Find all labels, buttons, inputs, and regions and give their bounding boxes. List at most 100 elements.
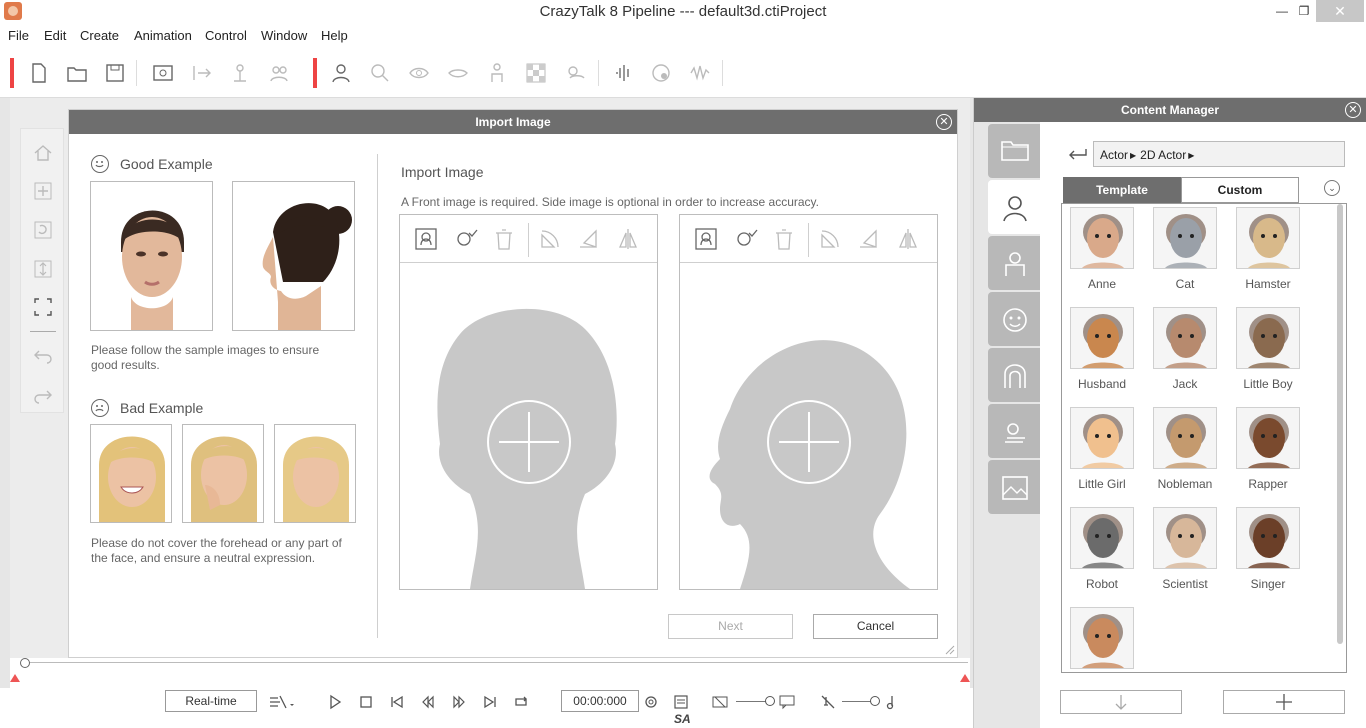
actor-icon[interactable] [330, 62, 352, 84]
template-item[interactable]: Nobleman [1149, 407, 1219, 497]
realtime-button[interactable]: Real-time [165, 690, 257, 712]
chat-icon[interactable] [779, 694, 795, 710]
load-image-icon[interactable] [414, 227, 438, 251]
chevron-down-icon[interactable]: ⌄ [1324, 180, 1340, 196]
rotate-left-icon[interactable] [538, 227, 562, 251]
delete-icon[interactable] [492, 227, 516, 251]
breadcrumb[interactable]: Actor ▶ 2D Actor ▶ [1093, 141, 1345, 167]
first-frame-icon[interactable] [389, 694, 405, 710]
timeline-start-marker[interactable] [10, 674, 20, 682]
next-frame-icon[interactable] [451, 694, 467, 710]
template-item[interactable]: Jack [1149, 307, 1219, 397]
add-button[interactable] [1223, 690, 1345, 714]
side-image-box[interactable] [679, 214, 938, 590]
face-fitting-icon[interactable] [369, 62, 391, 84]
script-icon[interactable] [673, 694, 689, 710]
menu-animation[interactable]: Animation [134, 28, 192, 43]
move-icon[interactable] [33, 181, 53, 201]
front-image-box[interactable] [399, 214, 658, 590]
close-dialog-icon[interactable]: ✕ [936, 114, 952, 130]
menu-edit[interactable]: Edit [44, 28, 66, 43]
download-button[interactable] [1060, 690, 1182, 714]
back-arrow-icon[interactable] [1066, 145, 1090, 161]
motion-mode-icon[interactable] [268, 694, 296, 710]
weather-icon[interactable] [564, 62, 586, 84]
tab-actor[interactable] [988, 180, 1040, 234]
eye-icon[interactable] [408, 62, 430, 84]
flip-icon[interactable] [896, 227, 920, 251]
undo-icon[interactable] [33, 345, 53, 365]
home-icon[interactable] [33, 143, 53, 163]
rotate-left-icon[interactable] [818, 227, 842, 251]
loop-icon[interactable] [513, 694, 529, 710]
menu-help[interactable]: Help [321, 28, 348, 43]
sa-icon[interactable]: SA [673, 710, 693, 726]
load-image-icon[interactable] [694, 227, 718, 251]
actor-group-icon[interactable] [268, 62, 290, 84]
grid-scrollbar[interactable] [1337, 204, 1343, 644]
menu-create[interactable]: Create [80, 28, 119, 43]
timeline-end-marker[interactable] [960, 674, 970, 682]
zoom-icon[interactable] [33, 259, 53, 279]
template-item[interactable]: Little Boy [1232, 307, 1302, 397]
last-frame-icon[interactable] [482, 694, 498, 710]
rotate-right-icon[interactable] [856, 227, 880, 251]
template-item[interactable]: Anne [1066, 207, 1136, 297]
template-item[interactable]: Robot [1066, 507, 1136, 597]
audio-wave-icon[interactable] [612, 62, 634, 84]
tab-custom[interactable]: Custom [1181, 177, 1299, 203]
import-image-icon[interactable] [152, 62, 174, 84]
settings-gear-icon[interactable] [643, 694, 659, 710]
tab-scene[interactable] [988, 404, 1040, 458]
play-icon[interactable] [327, 694, 343, 710]
time-display[interactable]: 00:00:000 [561, 690, 639, 712]
breadcrumb-item-2d-actor[interactable]: 2D Actor [1140, 148, 1186, 162]
tab-project[interactable] [988, 124, 1040, 178]
delete-icon[interactable] [772, 227, 796, 251]
breadcrumb-item-actor[interactable]: Actor [1100, 148, 1128, 162]
mute-icon[interactable] [820, 694, 836, 710]
redo-icon[interactable] [33, 385, 53, 405]
stop-icon[interactable] [358, 694, 374, 710]
tab-template[interactable]: Template [1063, 177, 1181, 203]
open-folder-icon[interactable] [66, 62, 88, 84]
head-audio-icon[interactable] [650, 62, 672, 84]
cancel-button[interactable]: Cancel [813, 614, 938, 639]
resize-grip-icon[interactable] [945, 645, 955, 655]
face-check-icon[interactable] [454, 227, 478, 251]
template-item[interactable] [1066, 607, 1136, 672]
rotate-icon[interactable] [33, 220, 53, 240]
flip-icon[interactable] [616, 227, 640, 251]
menu-control[interactable]: Control [205, 28, 247, 43]
checker-icon[interactable] [525, 62, 547, 84]
template-item[interactable]: Scientist [1149, 507, 1219, 597]
next-button[interactable]: Next [668, 614, 793, 639]
wave-text-icon[interactable] [689, 62, 711, 84]
save-icon[interactable] [104, 62, 126, 84]
timeline-slider[interactable] [10, 658, 970, 688]
template-item[interactable]: Hamster [1232, 207, 1302, 297]
menu-window[interactable]: Window [261, 28, 307, 43]
new-file-icon[interactable] [28, 62, 50, 84]
tab-costume[interactable] [988, 236, 1040, 290]
tab-background[interactable] [988, 460, 1040, 514]
template-item[interactable]: Husband [1066, 307, 1136, 397]
body-icon[interactable] [486, 62, 508, 84]
timeline-knob[interactable] [20, 658, 30, 668]
template-item[interactable]: Little Girl [1066, 407, 1136, 497]
close-window-button[interactable]: ✕ [1316, 0, 1364, 22]
side-head-silhouette[interactable] [680, 264, 937, 589]
actor-stand-icon[interactable] [229, 62, 251, 84]
tab-hair[interactable] [988, 348, 1040, 402]
prev-frame-icon[interactable] [420, 694, 436, 710]
rotate-right-icon[interactable] [576, 227, 600, 251]
fit-view-icon[interactable] [33, 297, 53, 317]
template-item[interactable]: Singer [1232, 507, 1302, 597]
music-slider-knob[interactable] [870, 696, 880, 706]
music-note-icon[interactable] [884, 694, 900, 710]
export-icon[interactable] [190, 62, 212, 84]
front-head-silhouette[interactable] [400, 264, 657, 589]
volume-slider-knob[interactable] [765, 696, 775, 706]
tab-face[interactable] [988, 292, 1040, 346]
mouth-icon[interactable] [447, 62, 469, 84]
